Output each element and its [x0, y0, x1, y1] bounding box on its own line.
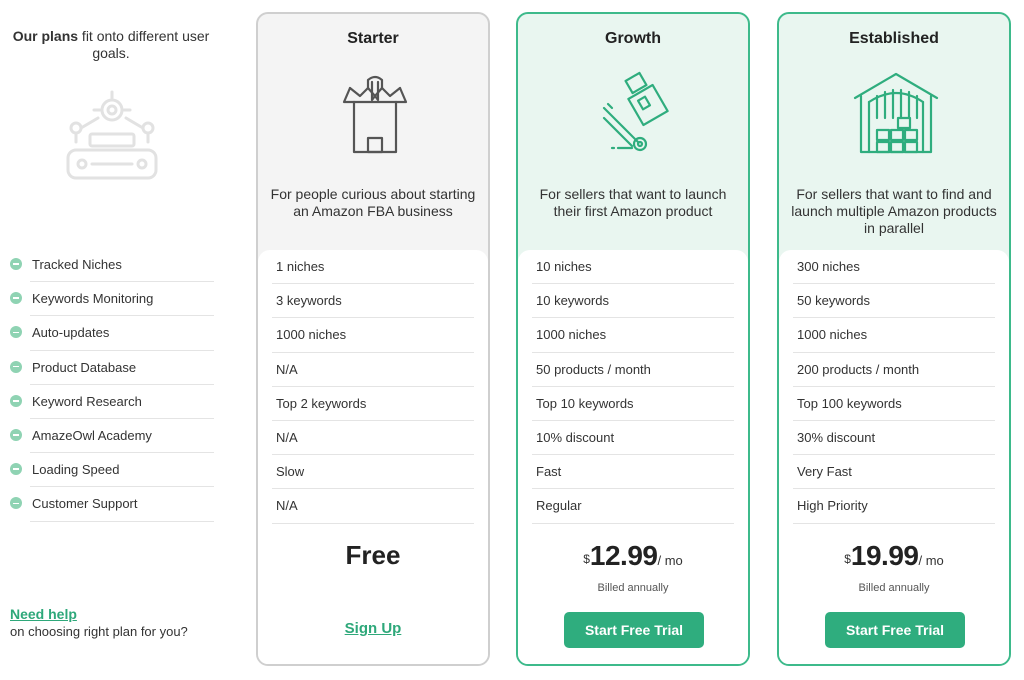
feature-label: Customer Support — [32, 496, 138, 512]
feature-dot-icon — [10, 394, 22, 407]
feature-row: Tracked Niches — [10, 248, 214, 283]
plan-row: 1000 niches — [532, 318, 734, 353]
feature-label: Auto-updates — [32, 325, 110, 341]
plan-row: 200 products / month — [793, 353, 995, 387]
price-period: / mo — [918, 553, 944, 568]
price-amount: 19.99 — [850, 540, 919, 571]
castle-box-icon — [342, 75, 408, 154]
billing-note: Billed annually — [597, 582, 669, 594]
plan-card-starter: Starter For people curious about startin… — [256, 12, 490, 666]
plan-row: Top 2 keywords — [272, 387, 474, 421]
price-amount: 12.99 — [589, 540, 658, 571]
plan-row: Slow — [272, 455, 474, 490]
signup-wrapper: Sign Up — [258, 620, 488, 638]
feature-dot-icon — [10, 497, 22, 510]
plan-row: 1000 niches — [272, 318, 474, 353]
feature-label: Loading Speed — [32, 462, 120, 478]
plan-title: Growth — [605, 30, 661, 47]
plan-price: $12.99/ mo — [518, 540, 748, 572]
plan-rows: 10 niches 10 keywords 1000 niches 50 pro… — [532, 250, 734, 524]
plan-row: 50 keywords — [793, 284, 995, 319]
plan-card-growth: Growth For sellers that want to launch t… — [516, 12, 750, 666]
feature-label: Tracked Niches — [32, 257, 122, 273]
dolly-icon — [602, 71, 669, 152]
feature-dot-icon — [10, 428, 22, 441]
plan-row: Very Fast — [793, 455, 995, 490]
plan-rows: 1 niches 3 keywords 1000 niches N/A Top … — [272, 250, 474, 524]
plan-row: 10% discount — [532, 421, 734, 456]
plan-price: $19.99/ mo — [779, 540, 1009, 572]
warehouse-icon — [853, 72, 939, 154]
feature-label: AmazeOwl Academy — [32, 428, 152, 444]
plan-row: Fast — [532, 455, 734, 490]
plan-description: For people curious about starting an Ama… — [270, 186, 476, 219]
free-price-label: Free — [345, 540, 401, 570]
plan-row: 1 niches — [272, 250, 474, 285]
help-text: on choosing right plan for you? — [10, 624, 188, 639]
plan-body: 10 niches 10 keywords 1000 niches 50 pro… — [518, 250, 748, 664]
help-section: Need help on choosing right plan for you… — [10, 606, 225, 641]
price-currency: $ — [844, 552, 851, 566]
feature-dot-icon — [10, 360, 22, 373]
feature-row: Keyword Research — [10, 385, 214, 419]
plan-row: N/A — [272, 421, 474, 456]
plan-row: 3 keywords — [272, 284, 474, 319]
intro-rest: fit onto different user goals. — [78, 28, 210, 61]
plan-row: 10 keywords — [532, 284, 734, 319]
feature-row: AmazeOwl Academy — [10, 419, 214, 454]
plan-row: Top 100 keywords — [793, 387, 995, 421]
plan-row: N/A — [272, 489, 474, 524]
plan-row: 10 niches — [532, 250, 734, 285]
feature-dot-icon — [10, 463, 22, 476]
plan-title: Starter — [347, 30, 399, 47]
plan-title: Established — [849, 30, 939, 47]
feature-row: Auto-updates — [10, 316, 214, 351]
plan-price: Free — [258, 540, 488, 571]
plan-body: 1 niches 3 keywords 1000 niches N/A Top … — [258, 250, 488, 664]
start-free-trial-button[interactable]: Start Free Trial — [825, 612, 965, 648]
sign-up-link[interactable]: Sign Up — [345, 620, 402, 637]
feature-row: Customer Support — [10, 487, 214, 522]
feature-list: Tracked Niches Keywords Monitoring Auto-… — [8, 248, 214, 522]
feature-dot-icon — [10, 258, 22, 270]
feature-row: Product Database — [10, 351, 214, 385]
plan-rows: 300 niches 50 keywords 1000 niches 200 p… — [793, 250, 995, 524]
features-column: Our plans fit onto different user goals.… — [0, 0, 215, 680]
plan-row: N/A — [272, 353, 474, 387]
plan-row: Top 10 keywords — [532, 387, 734, 421]
feature-label: Keyword Research — [32, 393, 142, 409]
price-period: / mo — [657, 553, 683, 568]
plan-description: For sellers that want to launch their fi… — [539, 186, 727, 219]
plan-body: 300 niches 50 keywords 1000 niches 200 p… — [779, 250, 1009, 664]
feature-dot-icon — [10, 326, 22, 339]
plan-row: 300 niches — [793, 250, 995, 285]
feature-label: Keywords Monitoring — [32, 291, 154, 307]
start-free-trial-button[interactable]: Start Free Trial — [564, 612, 704, 648]
billing-note: Billed annually — [858, 582, 930, 594]
price-currency: $ — [583, 552, 590, 566]
plan-description: For sellers that want to find and launch… — [791, 186, 997, 236]
feature-row: Keywords Monitoring — [10, 282, 214, 317]
need-help-link[interactable]: Need help — [10, 606, 225, 623]
plan-row: 50 products / month — [532, 353, 734, 387]
plan-card-established: Established For sellers that want to fin… — [777, 12, 1011, 666]
plan-row: High Priority — [793, 489, 995, 524]
plan-row: Regular — [532, 489, 734, 524]
intro-text: Our plans fit onto different user goals. — [8, 28, 214, 62]
plan-row: 30% discount — [793, 421, 995, 456]
feature-label: Product Database — [32, 359, 137, 375]
feature-dot-icon — [10, 292, 22, 305]
feature-row: Loading Speed — [10, 453, 214, 488]
plan-row: 1000 niches — [793, 318, 995, 353]
factory-icon — [66, 90, 158, 180]
intro-bold: Our plans — [12, 28, 79, 44]
